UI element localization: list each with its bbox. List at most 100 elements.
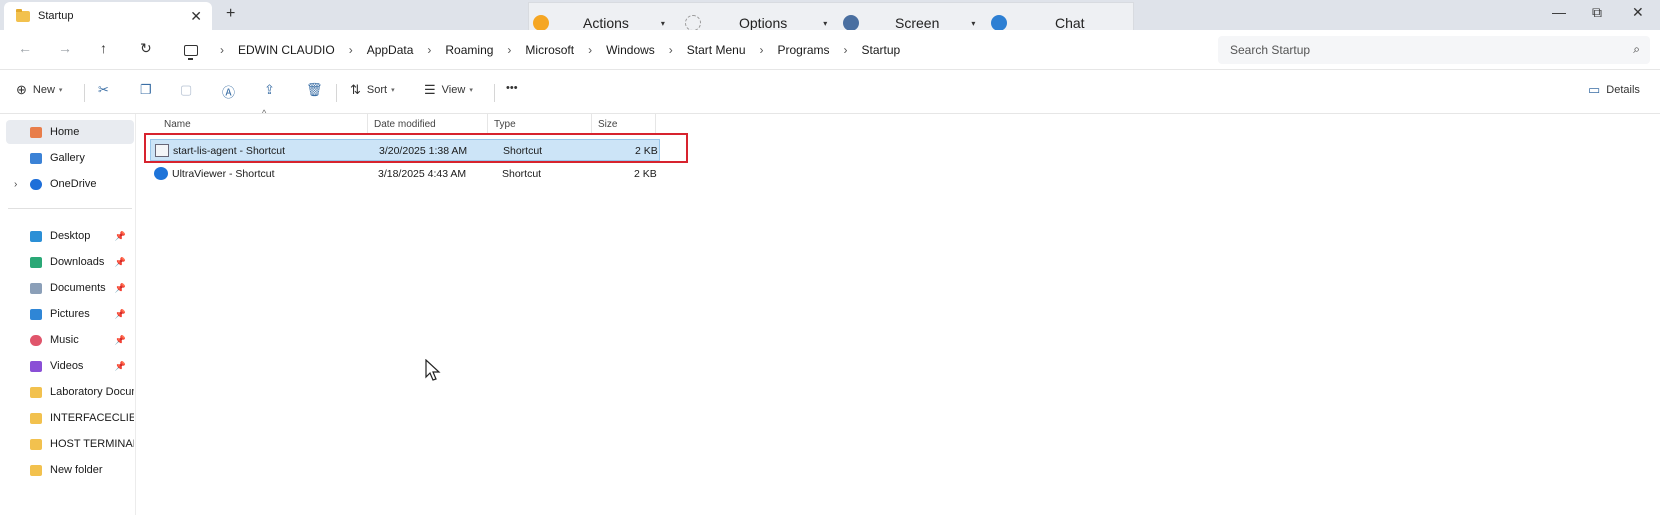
chevron-down-icon: ▾ [660, 18, 665, 28]
search-input[interactable] [1230, 43, 1610, 57]
cut-button[interactable]: ✂ [98, 82, 115, 98]
sidebar-item-videos[interactable]: Videos 📌 [6, 354, 134, 378]
sidebar-item-home[interactable]: Home [6, 120, 134, 144]
copy-button[interactable]: ❐ [140, 82, 158, 98]
plus-circle-icon: ⊕ [16, 82, 27, 97]
gear-icon [685, 15, 701, 31]
chevron-right-icon[interactable]: › [14, 179, 17, 190]
details-button[interactable]: ▭ Details [1588, 82, 1640, 98]
column-header-date[interactable]: Date modified [368, 114, 488, 134]
options-label: Options [739, 15, 788, 31]
rename-icon: Ⓐ [222, 85, 236, 100]
pin-icon: 📌 [114, 230, 126, 241]
column-header-size[interactable]: Size [592, 114, 656, 134]
view-button[interactable]: ☰ View ▾ [424, 82, 473, 98]
breadcrumb-item[interactable]: Roaming [441, 43, 497, 57]
chevron-down-icon: ▾ [58, 87, 63, 94]
share-icon: ⇪ [264, 82, 275, 97]
pictures-icon [30, 308, 42, 320]
ultraviewer-icon [154, 167, 168, 180]
home-icon [30, 126, 42, 138]
chevron-down-icon: ▾ [823, 18, 828, 28]
folder-icon [30, 438, 42, 450]
file-name: UltraViewer - Shortcut [172, 168, 275, 180]
sort-button[interactable]: ⇅ Sort ▾ [350, 82, 395, 98]
breadcrumb-item[interactable]: Windows [602, 43, 659, 57]
sidebar-item-onedrive[interactable]: › OneDrive [6, 172, 134, 196]
sidebar-item-music[interactable]: Music 📌 [6, 328, 134, 352]
pin-icon: 📌 [114, 256, 126, 267]
more-options-button[interactable]: ••• [506, 82, 518, 94]
sidebar-item-folder[interactable]: Laboratory Docume [6, 380, 134, 404]
sidebar-item-gallery[interactable]: Gallery [6, 146, 134, 170]
command-bar: ⊕ New ▾ ✂ ❐ ▢ Ⓐ ⇪ 🗑 ⇅ Sort ▾ ☰ View ▾ ••… [0, 70, 1660, 114]
breadcrumb-item[interactable]: Microsoft [521, 43, 578, 57]
desktop-icon [30, 230, 42, 242]
actions-label: Actions [583, 15, 629, 31]
trash-icon: 🗑 [306, 82, 323, 97]
tab-close-icon[interactable]: ✕ [190, 8, 202, 25]
refresh-button[interactable]: ↻ [140, 40, 152, 57]
scrollbar[interactable] [1648, 114, 1660, 515]
actions-icon [533, 15, 549, 31]
address-bar: ← → ↑ ↻ › EDWIN CLAUDIO › AppData › Roam… [0, 30, 1660, 70]
breadcrumb-item[interactable]: Programs [774, 43, 834, 57]
back-button[interactable]: ← [18, 40, 32, 56]
sidebar-item-desktop[interactable]: Desktop 📌 [6, 224, 134, 248]
file-type: Shortcut [502, 168, 542, 180]
search-icon[interactable]: ⌕ [1633, 42, 1640, 57]
view-label: View [441, 84, 466, 96]
document-icon [30, 282, 42, 294]
details-pane-icon: ▭ [1588, 82, 1601, 97]
scissors-icon: ✂ [98, 82, 109, 97]
highlight-box [144, 133, 688, 163]
tab-startup[interactable]: Startup ✕ [4, 2, 212, 30]
file-date: 3/18/2025 4:43 AM [378, 168, 467, 180]
sidebar-item-folder[interactable]: INTERFACECLIENT_ [6, 406, 134, 430]
breadcrumb-item[interactable]: Start Menu [683, 43, 750, 57]
maximize-button[interactable]: ⧉ [1592, 4, 1602, 21]
paste-button[interactable]: ▢ [180, 82, 198, 98]
breadcrumb[interactable]: › EDWIN CLAUDIO › AppData › Roaming › Mi… [176, 36, 1206, 64]
sidebar-item-documents[interactable]: Documents 📌 [6, 276, 134, 300]
breadcrumb-item[interactable]: AppData [363, 43, 418, 57]
new-label: New [32, 84, 55, 96]
details-label: Details [1606, 84, 1640, 96]
file-list: ^ Name Date modified Type Size start-lis… [136, 108, 1660, 515]
folder-icon [30, 412, 42, 424]
more-icon: ••• [506, 82, 518, 94]
screen-icon [843, 15, 859, 31]
copy-icon: ❐ [140, 82, 152, 97]
sidebar-item-pictures[interactable]: Pictures 📌 [6, 302, 134, 326]
sidebar-item-folder[interactable]: HOST TERMINAL TC [6, 432, 134, 456]
chevron-down-icon: ▾ [391, 87, 395, 94]
up-button[interactable]: ↑ [100, 40, 107, 56]
window-close-button[interactable]: ✕ [1632, 4, 1644, 21]
pin-icon: 📌 [114, 334, 126, 345]
video-icon [30, 360, 42, 372]
new-button[interactable]: ⊕ New ▾ [16, 82, 62, 98]
sidebar-item-folder[interactable]: New folder [6, 458, 134, 482]
forward-button[interactable]: → [58, 40, 72, 56]
breadcrumb-item[interactable]: Startup [858, 43, 905, 57]
new-tab-button[interactable]: + [226, 5, 235, 23]
screen-label: Screen [895, 15, 940, 31]
file-size: 2 KB [634, 168, 657, 180]
gallery-icon [30, 152, 42, 164]
download-icon [30, 256, 42, 268]
music-icon [30, 334, 42, 346]
share-button[interactable]: ⇪ [264, 82, 281, 98]
sidebar-item-downloads[interactable]: Downloads 📌 [6, 250, 134, 274]
tab-title: Startup [38, 10, 74, 22]
folder-icon [16, 8, 30, 22]
sort-icon: ⇅ [350, 82, 361, 97]
folder-icon [30, 464, 42, 476]
delete-button[interactable]: 🗑 [306, 82, 329, 98]
column-header-type[interactable]: Type [488, 114, 592, 134]
table-row[interactable]: UltraViewer - Shortcut 3/18/2025 4:43 AM… [150, 163, 660, 185]
rename-button[interactable]: Ⓐ [222, 82, 241, 101]
breadcrumb-item[interactable]: EDWIN CLAUDIO [234, 43, 339, 57]
column-header-name[interactable]: Name [158, 114, 368, 134]
pin-icon: 📌 [114, 282, 126, 293]
minimize-button[interactable]: — [1552, 4, 1566, 20]
